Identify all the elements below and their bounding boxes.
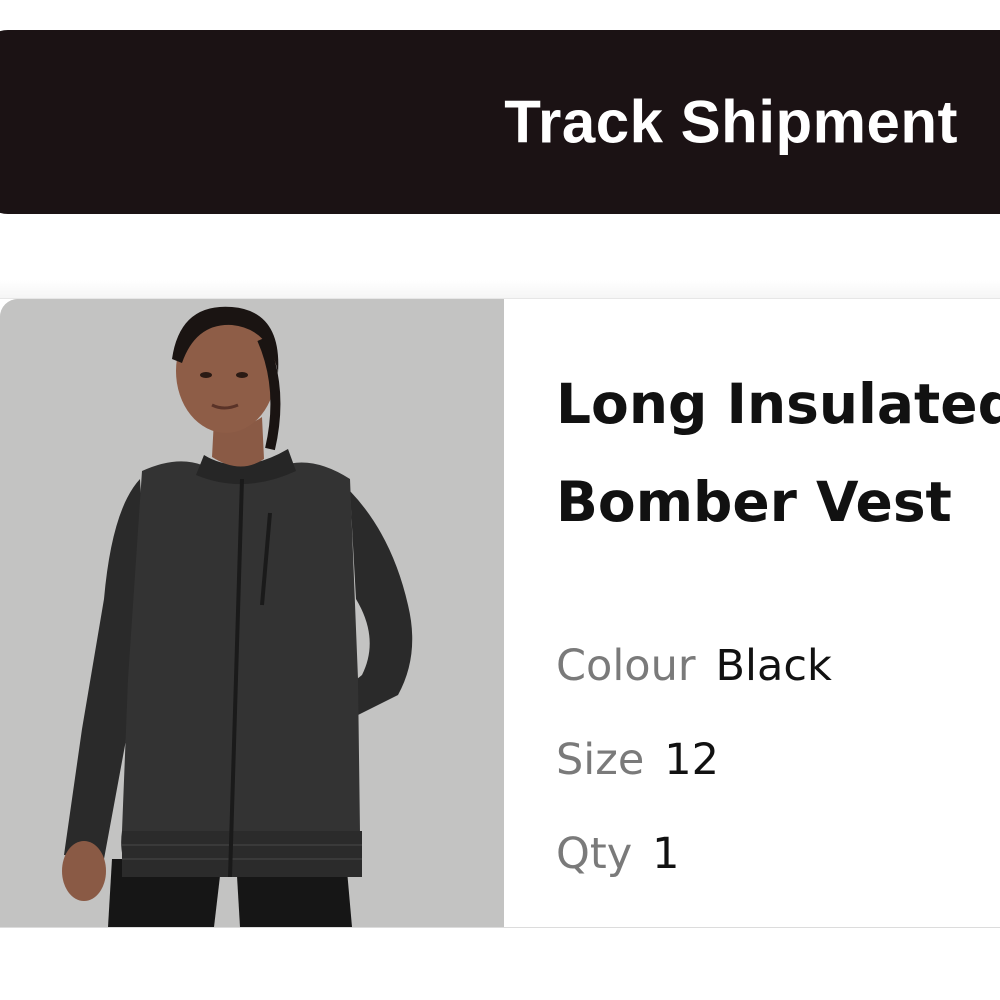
product-card[interactable]: Long Insulated Bomber Vest Colour Black S… — [0, 298, 1000, 928]
track-shipment-button[interactable]: Track Shipment — [0, 30, 1000, 214]
model-in-vest-illustration — [0, 299, 504, 927]
product-image[interactable] — [0, 299, 504, 927]
size-value: 12 — [664, 735, 719, 785]
colour-value: Black — [715, 641, 832, 691]
size-row: Size 12 — [556, 735, 719, 785]
product-title-line1: Long Insulated — [556, 372, 1000, 436]
card-shadow — [0, 280, 1000, 300]
colour-label: Colour — [556, 641, 696, 691]
order-details-page: Track Shipment Long Insulated Bomber Ves… — [0, 0, 1000, 1000]
product-title[interactable]: Long Insulated Bomber Vest — [556, 355, 1000, 551]
size-label: Size — [556, 735, 645, 785]
qty-row: Qty 1 — [556, 829, 680, 879]
product-title-line2: Bomber Vest — [556, 470, 952, 534]
qty-value: 1 — [652, 829, 680, 879]
qty-label: Qty — [556, 829, 633, 879]
colour-row: Colour Black — [556, 641, 832, 691]
track-shipment-label: Track Shipment — [504, 88, 958, 156]
